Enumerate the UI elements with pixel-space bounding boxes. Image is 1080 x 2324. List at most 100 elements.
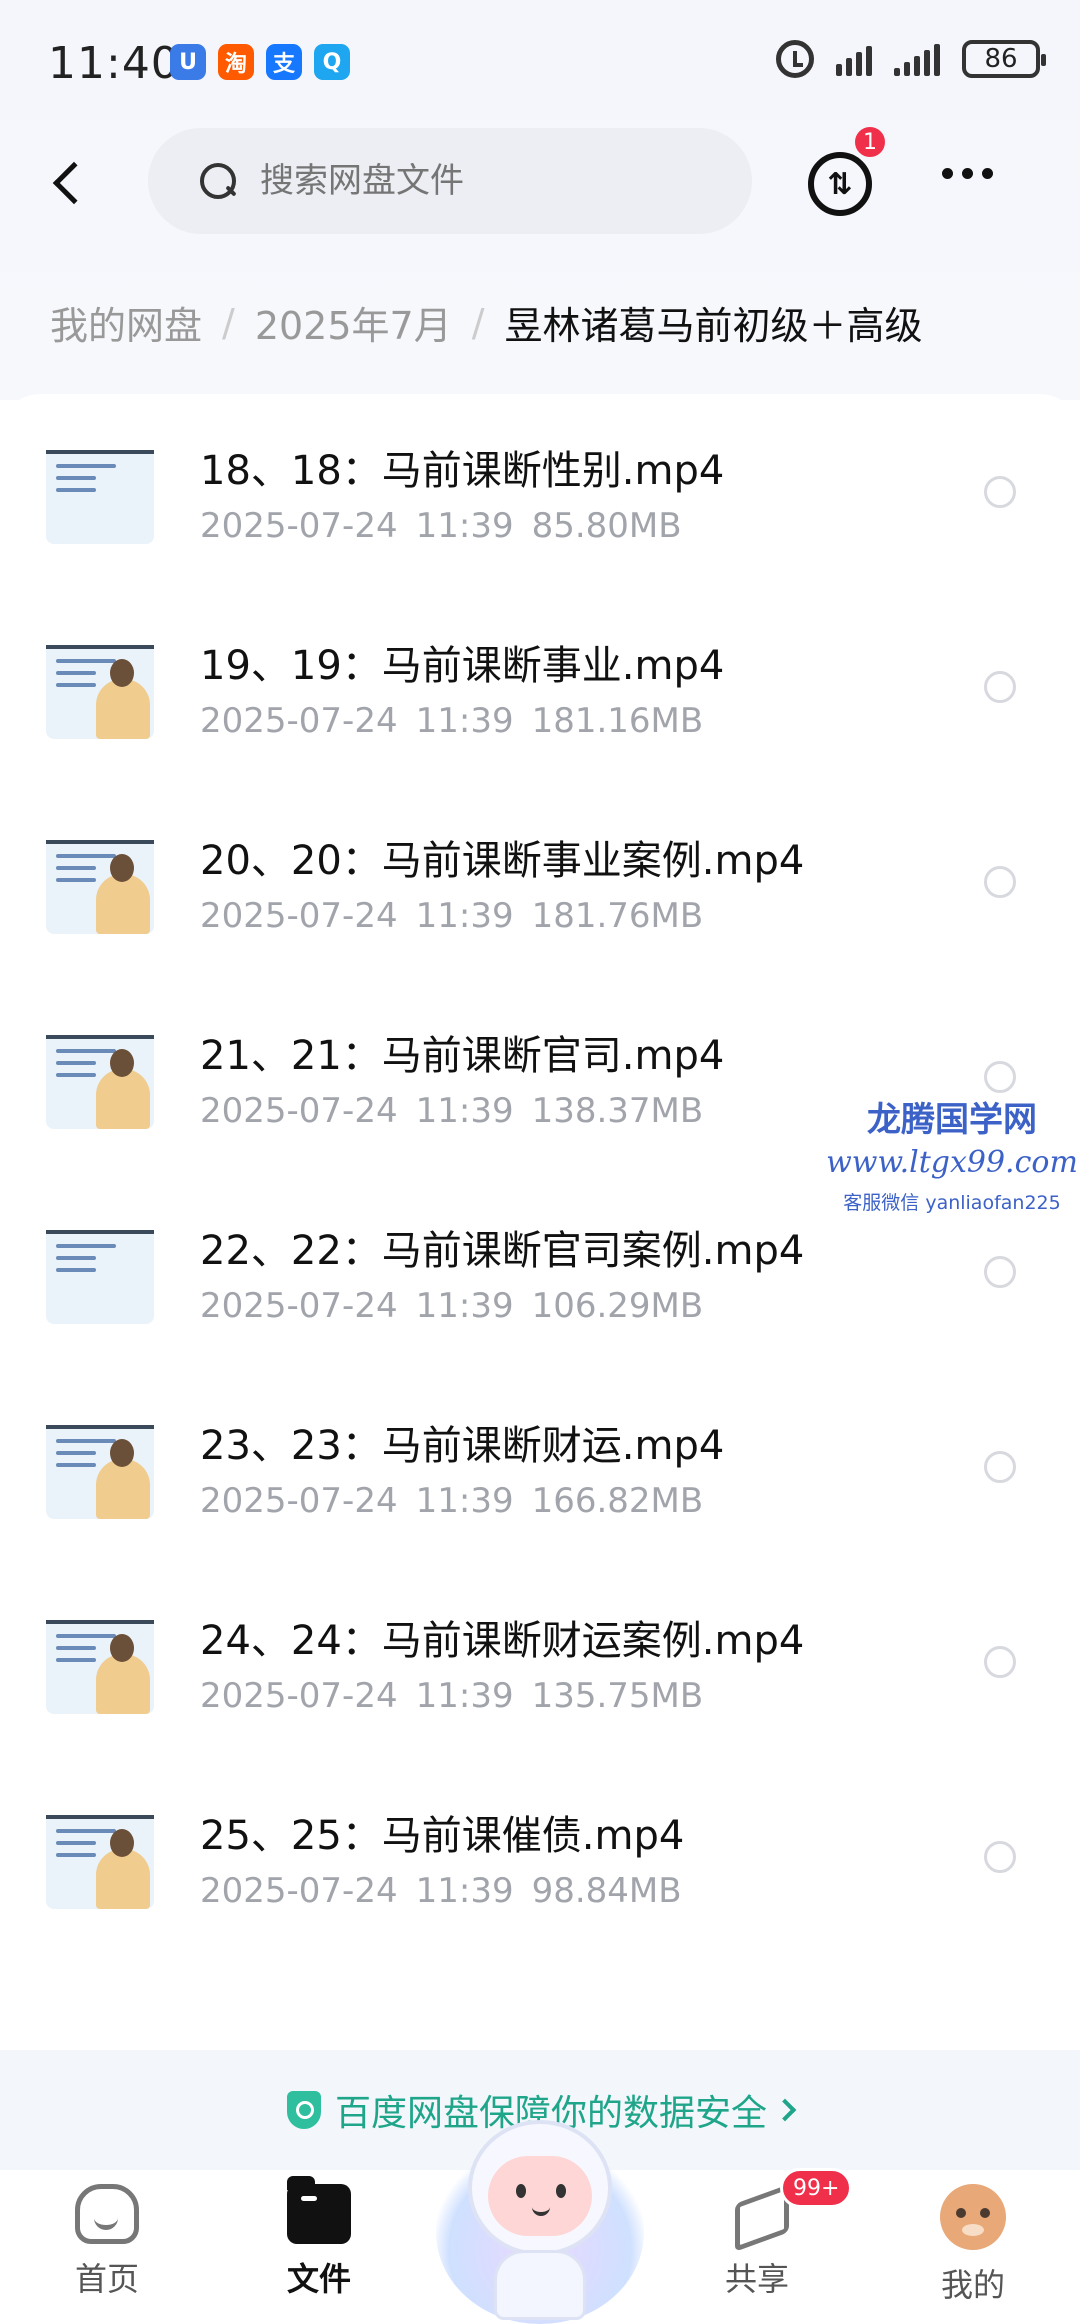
file-meta: 2025-07-24 11:39 166.82MB xyxy=(200,1481,703,1521)
file-date: 2025-07-24 xyxy=(200,896,398,936)
slide-text-line xyxy=(56,1658,96,1662)
nav-label-files: 文件 xyxy=(286,2260,351,2298)
signal-icon xyxy=(836,42,872,76)
file-row[interactable]: 19、19：马前课断事业.mp4 2025-07-24 11:39 181.16MB xyxy=(0,609,1080,804)
mascot-eye xyxy=(516,2184,526,2198)
presenter-head xyxy=(110,1829,134,1857)
nav-label-share: 共享 xyxy=(724,2260,789,2298)
file-size: 85.80MB xyxy=(531,506,682,546)
search-box[interactable] xyxy=(148,128,752,234)
status-indicators: 86 xyxy=(776,40,1046,78)
send-icon xyxy=(727,2184,787,2244)
file-row[interactable]: 23、23：马前课断财运.mp4 2025-07-24 11:39 166.82MB xyxy=(0,1389,1080,1584)
breadcrumb-separator: / xyxy=(471,300,485,345)
select-checkbox[interactable] xyxy=(984,1451,1016,1483)
file-date: 2025-07-24 xyxy=(200,1091,398,1131)
file-time: 11:39 xyxy=(415,506,514,546)
file-name: 18、18：马前课断性别.mp4 xyxy=(200,448,725,494)
file-size: 106.29MB xyxy=(531,1286,704,1326)
more-options-button[interactable] xyxy=(942,168,993,179)
breadcrumb-current-folder: 昱林诸葛马前初级＋高级 xyxy=(504,304,923,348)
status-bar: 11:40 U淘支Q 86 xyxy=(0,0,1080,120)
back-button[interactable] xyxy=(38,150,96,216)
file-meta: 2025-07-24 11:39 181.76MB xyxy=(200,896,703,936)
alipay-icon: 支 xyxy=(266,44,302,80)
video-thumbnail xyxy=(46,436,154,544)
file-name: 23、23：马前课断财运.mp4 xyxy=(200,1423,725,1469)
slide-text-line xyxy=(56,1073,96,1077)
file-row[interactable]: 25、25：马前课催债.mp4 2025-07-24 11:39 98.84MB xyxy=(0,1779,1080,1974)
back-arrow-icon xyxy=(52,161,96,205)
select-checkbox[interactable] xyxy=(984,476,1016,508)
search-input[interactable] xyxy=(260,161,700,201)
search-icon xyxy=(200,163,236,199)
breadcrumb-item-my-disk[interactable]: 我的网盘 xyxy=(50,295,202,350)
alarm-icon xyxy=(776,40,814,78)
file-size: 135.75MB xyxy=(531,1676,704,1716)
file-time: 11:39 xyxy=(415,896,514,936)
nav-item-files[interactable]: 文件 xyxy=(244,2176,394,2300)
file-meta: 2025-07-24 11:39 138.37MB xyxy=(200,1091,703,1131)
file-row[interactable]: 22、22：马前课断官司案例.mp4 2025-07-24 11:39 106.29M… xyxy=(0,1194,1080,1389)
more-dot-icon xyxy=(942,168,953,179)
watermark-url: www.ltgx99.com xyxy=(826,1145,1078,1180)
file-meta: 2025-07-24 11:39 106.29MB xyxy=(200,1286,703,1326)
page: 11:40 U淘支Q 86 ⇅ 1 我的网盘 / 2025年7月 / 昱林诸葛马… xyxy=(0,0,1080,2324)
file-date: 2025-07-24 xyxy=(200,1676,398,1716)
video-thumbnail xyxy=(46,631,154,739)
file-meta: 2025-07-24 11:39 181.16MB xyxy=(200,701,703,741)
file-name: 20、20：马前课断事业案例.mp4 xyxy=(200,838,805,884)
shield-icon xyxy=(286,2091,321,2129)
file-meta: 2025-07-24 11:39 135.75MB xyxy=(200,1676,703,1716)
status-time: 11:40 xyxy=(48,38,180,89)
select-checkbox[interactable] xyxy=(984,1646,1016,1678)
select-checkbox[interactable] xyxy=(984,1256,1016,1288)
select-checkbox[interactable] xyxy=(984,671,1016,703)
file-row[interactable]: 18、18：马前课断性别.mp4 2025-07-24 11:39 85.80MB xyxy=(0,414,1080,609)
select-checkbox[interactable] xyxy=(984,866,1016,898)
transfer-button[interactable]: ⇅ xyxy=(808,152,872,216)
nav-item-home[interactable]: 首页 xyxy=(32,2184,182,2300)
slide-text-line xyxy=(56,1439,116,1443)
video-thumbnail xyxy=(46,1216,154,1324)
file-meta: 2025-07-24 11:39 98.84MB xyxy=(200,1871,682,1911)
ai-assistant-button[interactable] xyxy=(436,2110,644,2324)
mascot-eye xyxy=(556,2184,566,2198)
presenter-head xyxy=(110,1049,134,1077)
breadcrumb-item-month[interactable]: 2025年7月 xyxy=(255,295,452,350)
presenter-figure xyxy=(96,1069,150,1129)
video-thumbnail xyxy=(46,1801,154,1909)
slide-text-line xyxy=(56,659,116,663)
home-icon xyxy=(75,2184,139,2244)
file-row[interactable]: 20、20：马前课断事业案例.mp4 2025-07-24 11:39 181.76M… xyxy=(0,804,1080,999)
breadcrumb: 我的网盘 / 2025年7月 / 昱林诸葛马前初级＋高级 xyxy=(50,295,923,350)
slide-text-line xyxy=(56,878,96,882)
file-name: 22、22：马前课断官司案例.mp4 xyxy=(200,1228,805,1274)
file-date: 2025-07-24 xyxy=(200,1286,398,1326)
slide-text-line xyxy=(56,1646,96,1650)
select-checkbox[interactable] xyxy=(984,1061,1016,1093)
slide-text-line xyxy=(56,1256,96,1260)
slide-text-line xyxy=(56,1853,96,1857)
file-time: 11:39 xyxy=(415,1676,514,1716)
presenter-figure xyxy=(96,1654,150,1714)
file-meta: 2025-07-24 11:39 85.80MB xyxy=(200,506,682,546)
nav-label-me: 我的 xyxy=(940,2266,1005,2304)
transfer-icon: ⇅ xyxy=(827,166,853,202)
presenter-figure xyxy=(96,874,150,934)
nav-item-me[interactable]: 我的 xyxy=(898,2184,1048,2306)
transfer-badge: 1 xyxy=(852,124,888,160)
slide-text-line xyxy=(56,1061,96,1065)
slide-text-line xyxy=(56,671,96,675)
slide-text-line xyxy=(56,1463,96,1467)
file-date: 2025-07-24 xyxy=(200,1871,398,1911)
file-size: 98.84MB xyxy=(531,1871,682,1911)
file-time: 11:39 xyxy=(415,1091,514,1131)
file-size: 138.37MB xyxy=(531,1091,704,1131)
share-badge: 99+ xyxy=(780,2168,853,2208)
select-checkbox[interactable] xyxy=(984,1841,1016,1873)
slide-text-line xyxy=(56,1841,96,1845)
file-row[interactable]: 24、24：马前课断财运案例.mp4 2025-07-24 11:39 135.75M… xyxy=(0,1584,1080,1779)
file-time: 11:39 xyxy=(415,1871,514,1911)
video-thumbnail xyxy=(46,1411,154,1519)
